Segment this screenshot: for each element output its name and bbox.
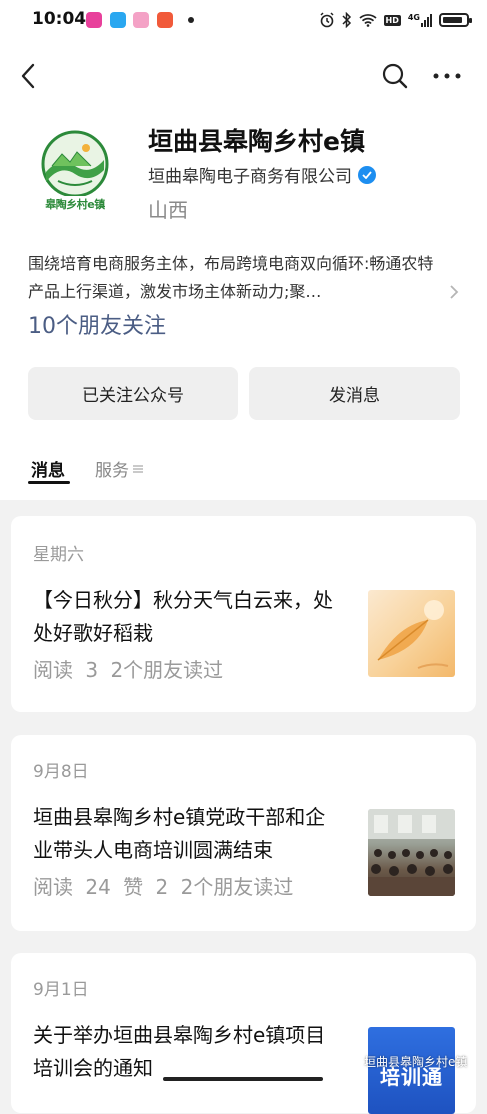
chevron-right-icon[interactable] [449, 284, 459, 304]
logo-text: 皋陶乡村e镇 [45, 198, 105, 211]
article-date: 9月1日 [33, 980, 89, 1000]
article-title: 【今日秋分】秋分天气白云来，处处好歌好稻栽 [33, 588, 333, 645]
notification-app-icon [110, 12, 126, 28]
signal-icon: 4G [408, 13, 432, 27]
hd-badge: HD [383, 14, 401, 26]
signal-label: 4G [407, 13, 420, 22]
account-region: 山西 [148, 198, 188, 222]
account-description[interactable]: 围绕培育电商服务主体，布局跨境电商双向循环:畅通农特产品上行渠道，激发市场主体新… [28, 250, 440, 306]
article-thumbnail: 培训通 [368, 1027, 455, 1114]
article-thumbnail [368, 809, 455, 896]
alarm-icon [319, 12, 334, 28]
battery-icon [439, 13, 472, 27]
wechat-bubble-icon [342, 1055, 360, 1068]
back-arrow-icon [21, 63, 35, 89]
tab-services[interactable]: 服务 [95, 456, 143, 481]
autumn-leaf-image [377, 600, 449, 669]
notification-app-icon [157, 12, 173, 28]
more-dots-icon [433, 73, 461, 79]
friends-following-link[interactable]: 10个朋友关注 [28, 308, 166, 340]
status-icons: HD 4G [319, 10, 472, 30]
status-time: 10:04 [32, 9, 87, 29]
article-date: 9月8日 [33, 762, 89, 782]
wifi-icon [358, 14, 377, 27]
account-name: 垣曲县皋陶乡村e镇 [148, 127, 365, 156]
article-title: 垣曲县皋陶乡村e镇党政干部和企业带头人电商培训圆满结束 [33, 805, 326, 862]
logo-emblem-icon [41, 130, 109, 196]
article-meta: 阅读 24 赞 2 2个朋友读过 [33, 875, 294, 899]
tab-messages[interactable]: 消息 [31, 456, 65, 481]
watermark-text: 垣曲县皋陶乡村e镇 [364, 1055, 468, 1069]
home-indicator[interactable] [163, 1077, 323, 1081]
more-button[interactable] [431, 64, 463, 88]
watermark: 垣曲县皋陶乡村e镇 [342, 1053, 467, 1070]
article-card[interactable]: 星期六 【今日秋分】秋分天气白云来，处处好歌好稻栽 阅读 3 2个朋友读过 [11, 516, 476, 712]
send-message-button[interactable]: 发消息 [249, 367, 460, 420]
article-title: 关于举办垣曲县皋陶乡村e镇项目培训会的通知 [33, 1023, 326, 1080]
active-tab-indicator [28, 481, 70, 484]
menu-lines-icon [133, 464, 143, 473]
account-logo[interactable]: 皋陶乡村e镇 [28, 126, 122, 220]
tab-services-label: 服务 [95, 461, 129, 481]
notification-app-icon [133, 12, 149, 28]
followed-button[interactable]: 已关注公众号 [28, 367, 238, 420]
company-name: 垣曲皋陶电子商务有限公司 [148, 167, 352, 187]
battery-level [443, 17, 462, 23]
more-notifications-dot [188, 17, 194, 23]
search-icon [382, 63, 408, 89]
status-bar: 10:04 HD 4G [0, 0, 487, 42]
verified-badge-icon [358, 165, 376, 184]
article-card[interactable]: 9月1日 关于举办垣曲县皋陶乡村e镇项目培训会的通知 培训通 [11, 953, 476, 1114]
article-thumbnail [368, 590, 455, 677]
training-room-image [368, 809, 455, 896]
account-company[interactable]: 垣曲皋陶电子商务有限公司 [148, 162, 376, 187]
article-meta: 阅读 3 2个朋友读过 [33, 658, 224, 682]
article-card[interactable]: 9月8日 垣曲县皋陶乡村e镇党政干部和企业带头人电商培训圆满结束 阅读 24 赞… [11, 735, 476, 931]
search-button[interactable] [380, 61, 410, 91]
back-button[interactable] [14, 60, 42, 92]
notification-app-icon [86, 12, 102, 28]
article-date: 星期六 [33, 545, 84, 565]
bluetooth-icon [341, 12, 351, 28]
